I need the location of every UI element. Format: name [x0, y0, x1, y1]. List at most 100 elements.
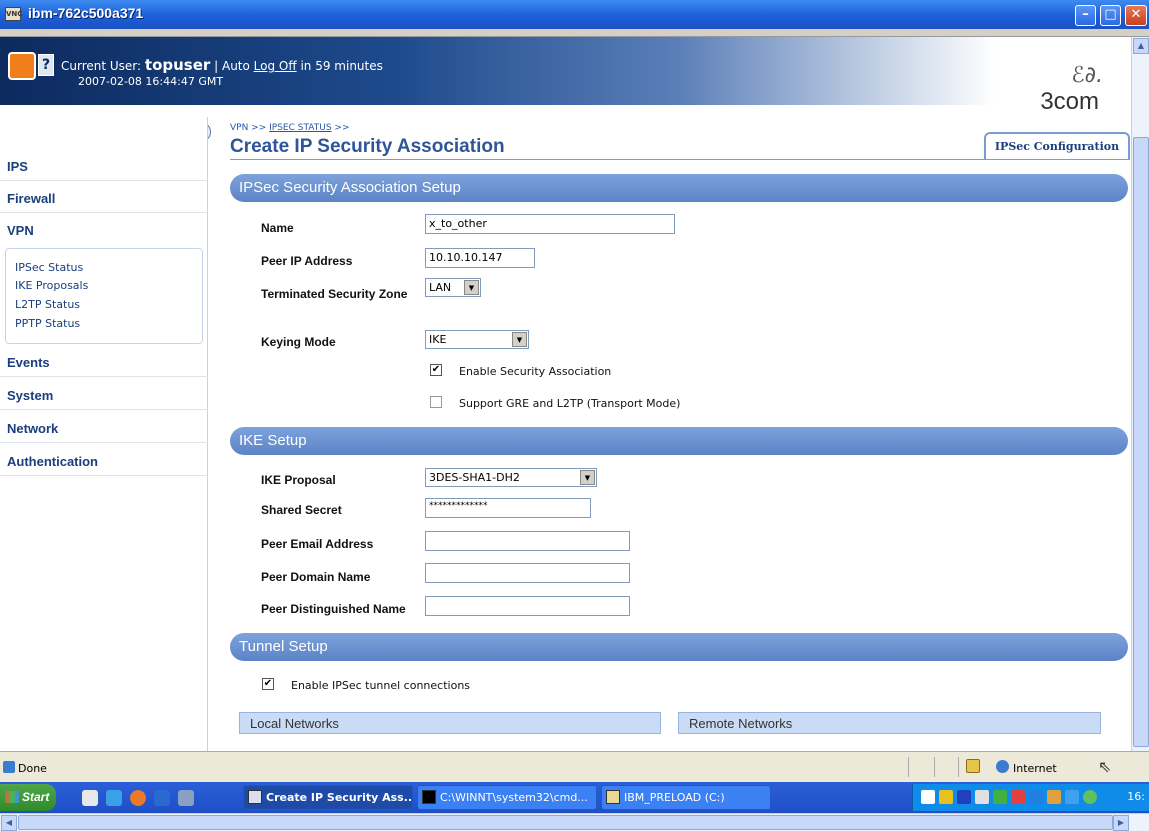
ike-proposal-select[interactable]: 3DES-SHA1-DH2 ▼ — [425, 468, 597, 487]
keying-mode-label: Keying Mode — [261, 335, 336, 349]
tray-app-icon[interactable] — [957, 790, 971, 804]
sidebar-item-ips[interactable]: IPS — [0, 149, 208, 181]
sidebar-item-firewall[interactable]: Firewall — [0, 181, 208, 213]
vnc-app-icon: VNC — [5, 7, 22, 21]
sidebar-item-vpn[interactable]: VPN — [0, 213, 208, 245]
tray-app-icon[interactable] — [1083, 790, 1097, 804]
remote-networks-header: Remote Networks — [678, 712, 1101, 734]
peer-domain-label: Peer Domain Name — [261, 570, 371, 584]
status-divider — [934, 757, 935, 777]
scroll-right-icon[interactable]: ▶ — [1113, 815, 1129, 831]
ike-proposal-label: IKE Proposal — [261, 473, 336, 487]
user-label: Current User: — [61, 59, 142, 73]
tray-app-icon[interactable] — [993, 790, 1007, 804]
status-text: Done — [18, 762, 47, 775]
user-name: topuser — [144, 56, 211, 74]
tray-app-icon[interactable] — [975, 790, 989, 804]
section-tunnel-setup: Tunnel Setup — [230, 633, 1128, 661]
show-desktop-icon[interactable] — [82, 790, 98, 806]
peer-ip-field[interactable]: 10.10.10.147 — [425, 248, 535, 268]
peer-dn-field[interactable] — [425, 596, 630, 616]
window-titlebar[interactable]: VNC ibm-762c500a371 – □ ✕ — [0, 0, 1149, 29]
internet-explorer-icon[interactable] — [106, 790, 122, 806]
zone-select[interactable]: LAN ▼ — [425, 278, 481, 297]
section-sa-setup: IPSec Security Association Setup — [230, 174, 1128, 202]
task-label: C:\WINNT\system32\cmd... — [440, 791, 588, 804]
zone-select-value: LAN — [429, 281, 452, 294]
task-cmd[interactable]: C:\WINNT\system32\cmd... — [417, 785, 597, 810]
gre-label: Support GRE and L2TP (Transport Mode) — [459, 397, 681, 410]
submenu-l2tp-status[interactable]: L2TP Status — [15, 298, 80, 311]
status-divider — [958, 757, 959, 777]
sidebar-item-events[interactable]: Events — [0, 345, 208, 377]
enable-sa-checkbox[interactable]: ✔ — [430, 364, 442, 376]
scroll-thumb[interactable] — [1133, 137, 1149, 747]
system-tray: 16: — [912, 784, 1149, 811]
taskbar: Start Create IP Security Ass... C:\WINNT… — [0, 782, 1149, 813]
firefox-icon[interactable] — [130, 790, 146, 806]
name-label: Name — [261, 221, 294, 235]
submenu-pptp-status[interactable]: PPTP Status — [15, 317, 80, 330]
current-user-line: Current User: topuser | Auto Log Off in … — [61, 56, 383, 74]
quicklaunch-app-icon[interactable] — [154, 790, 170, 806]
tab-divider — [230, 159, 1130, 160]
help-icon[interactable]: ? — [38, 54, 54, 76]
section-ike-setup: IKE Setup — [230, 427, 1128, 455]
task-create-ip-security[interactable]: Create IP Security Ass... — [243, 785, 413, 810]
app-header: ? Current User: topuser | Auto Log Off i… — [0, 37, 1131, 117]
tray-network-icon[interactable] — [1029, 790, 1043, 804]
tray-app-icon[interactable] — [939, 790, 953, 804]
tray-app-icon[interactable] — [1011, 790, 1025, 804]
breadcrumb-link[interactable]: IPSEC STATUS — [269, 123, 331, 133]
zone-label: Terminated Security Zone — [261, 287, 408, 301]
start-button[interactable]: Start — [0, 784, 56, 811]
tray-arrow-icon[interactable] — [921, 790, 935, 804]
enable-tunnel-label: Enable IPSec tunnel connections — [291, 679, 471, 692]
window-title: ibm-762c500a371 — [28, 5, 144, 21]
chevron-down-icon: ▼ — [512, 332, 527, 347]
ike-proposal-value: 3DES-SHA1-DH2 — [429, 471, 520, 484]
tab-ipsec-configuration[interactable]: IPSec Configuration — [984, 132, 1130, 160]
sidebar-item-system[interactable]: System — [0, 378, 208, 410]
gre-checkbox[interactable] — [430, 396, 442, 408]
breadcrumb: VPN >> IPSEC STATUS >> — [230, 123, 350, 133]
vertical-scrollbar[interactable]: ▲ — [1131, 37, 1149, 751]
header-datetime: 2007-02-08 16:44:47 GMT — [78, 75, 224, 88]
submenu-ike-proposals[interactable]: IKE Proposals — [15, 279, 88, 292]
toolbar-strip — [0, 29, 1149, 37]
name-field[interactable]: x_to_other — [425, 214, 675, 234]
page-title: Create IP Security Association — [230, 136, 505, 157]
breadcrumb-tail: >> — [334, 123, 350, 133]
hscroll-thumb[interactable] — [18, 815, 1113, 830]
peer-email-label: Peer Email Address — [261, 537, 374, 551]
lock-icon — [966, 759, 980, 773]
peer-email-field[interactable] — [425, 531, 630, 551]
horizontal-scrollbar[interactable]: ◀ ▶ — [0, 813, 1149, 831]
maximize-button[interactable]: □ — [1100, 5, 1121, 26]
logo-swirl-icon: ℰ∂. — [1071, 63, 1103, 88]
logoff-link[interactable]: Log Off — [254, 59, 297, 73]
task-label: IBM_PRELOAD (C:) — [624, 791, 725, 804]
task-label: Create IP Security Ass... — [266, 791, 413, 804]
sidebar-item-authentication[interactable]: Authentication — [0, 444, 208, 476]
browser-statusbar: Done Internet ⇖ — [0, 751, 1149, 782]
enable-tunnel-checkbox[interactable]: ✔ — [262, 678, 274, 690]
tray-app-icon[interactable] — [1065, 790, 1079, 804]
peer-domain-field[interactable] — [425, 563, 630, 583]
close-button[interactable]: ✕ — [1125, 5, 1147, 26]
network-app-icon[interactable] — [178, 790, 194, 806]
breadcrumb-root: VPN >> — [230, 123, 267, 133]
keying-mode-select[interactable]: IKE ▼ — [425, 330, 529, 349]
scroll-up-icon[interactable]: ▲ — [1133, 38, 1149, 54]
chevron-down-icon: ▼ — [464, 280, 479, 295]
tray-app-icon[interactable] — [1047, 790, 1061, 804]
sidebar-item-network[interactable]: Network — [0, 411, 208, 443]
shared-secret-field[interactable]: ************* — [425, 498, 591, 518]
submenu-ipsec-status[interactable]: IPSec Status — [15, 261, 83, 274]
scroll-left-icon[interactable]: ◀ — [1, 815, 17, 831]
peer-ip-label: Peer IP Address — [261, 254, 353, 268]
minimize-button[interactable]: – — [1075, 5, 1096, 26]
status-divider — [908, 757, 909, 777]
home-icon[interactable] — [8, 52, 36, 80]
task-ibm-preload[interactable]: IBM_PRELOAD (C:) — [601, 785, 771, 810]
